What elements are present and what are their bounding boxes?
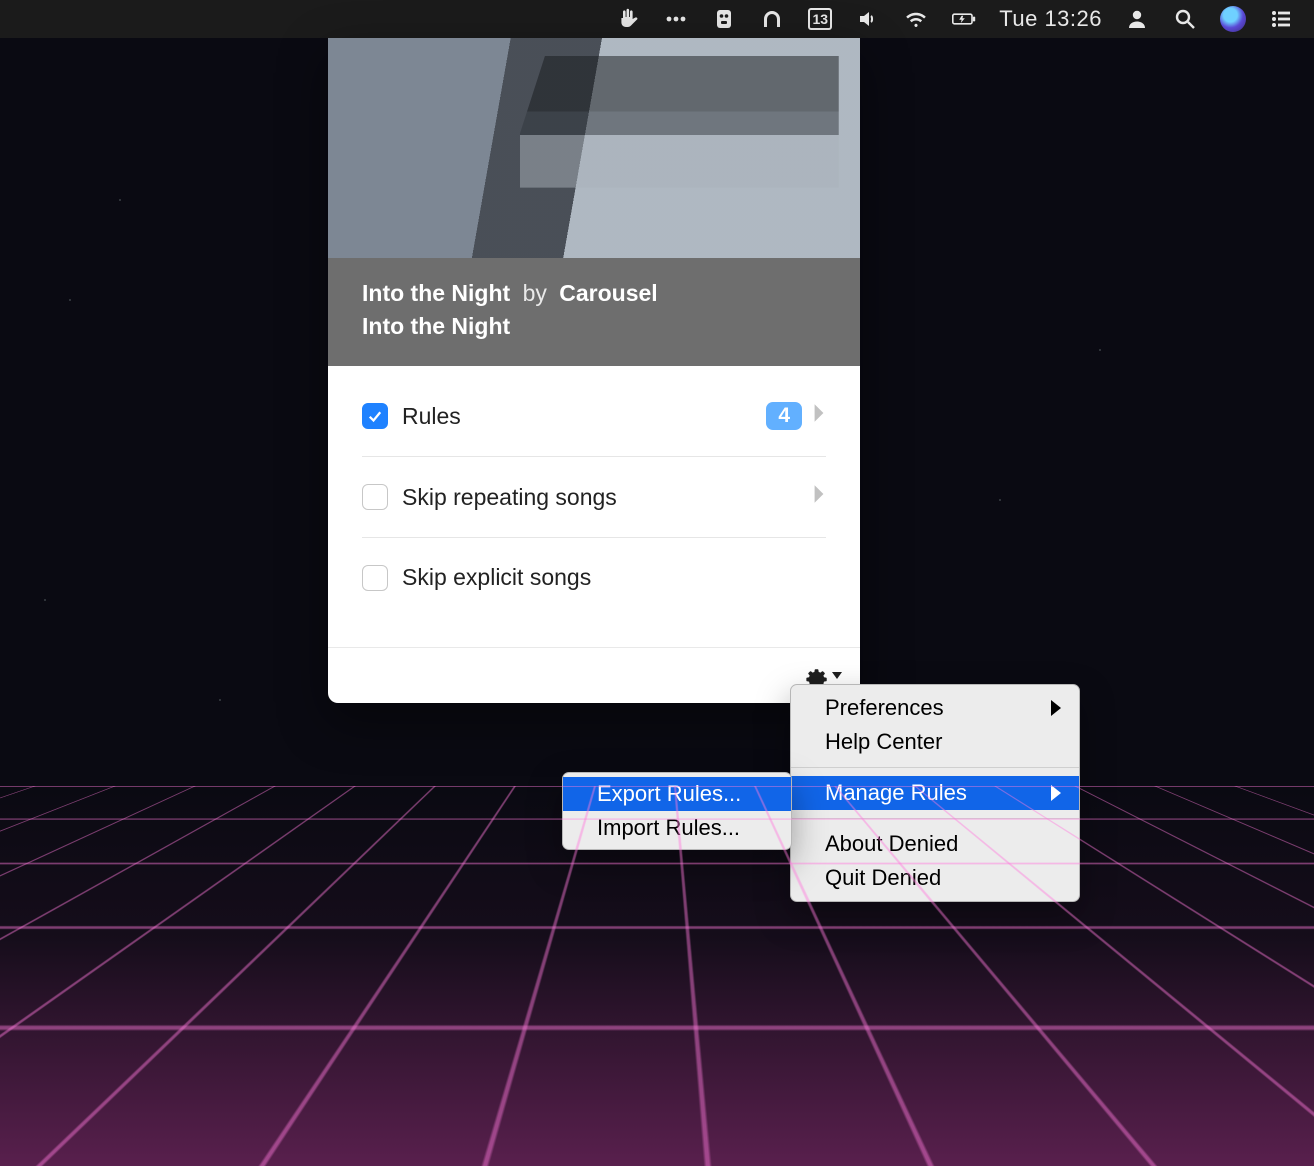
spotlight-search-icon[interactable]: [1172, 6, 1198, 32]
menu-item-label: Preferences: [825, 695, 944, 721]
notification-center-icon[interactable]: [1268, 6, 1294, 32]
checkbox-skip-explicit[interactable]: [362, 565, 388, 591]
wifi-icon[interactable]: [903, 6, 929, 32]
calendar-icon[interactable]: 13: [807, 6, 833, 32]
menu-separator: [791, 818, 1079, 819]
menu-item-label: Import Rules...: [597, 815, 740, 840]
battery-charging-icon[interactable]: [951, 6, 977, 32]
ellipsis-icon[interactable]: [663, 6, 689, 32]
setting-row-rules[interactable]: Rules 4: [362, 376, 826, 457]
chevron-right-icon: [812, 483, 826, 511]
track-album: Into the Night: [362, 311, 826, 342]
user-icon[interactable]: [1124, 6, 1150, 32]
track-artist: Carousel: [559, 280, 657, 306]
submenu-arrow-icon: [1051, 785, 1061, 801]
menu-item-label: About Denied: [825, 831, 958, 857]
menu-item-preferences[interactable]: Preferences: [791, 691, 1079, 725]
plug-icon[interactable]: [711, 6, 737, 32]
menu-item-label: Export Rules...: [597, 781, 741, 806]
menubar-clock[interactable]: Tue 13:26: [999, 6, 1102, 32]
album-art: [328, 38, 860, 258]
rules-count-badge: 4: [766, 402, 802, 430]
settings-list: Rules 4 Skip repeating songs Skip explic…: [328, 366, 860, 617]
setting-row-skip-explicit[interactable]: Skip explicit songs: [362, 538, 826, 617]
manage-rules-submenu: Export Rules... Import Rules...: [562, 772, 792, 850]
chevron-right-icon: [812, 402, 826, 430]
gear-context-menu: Preferences Help Center Manage Rules Abo…: [790, 684, 1080, 902]
menu-item-help-center[interactable]: Help Center: [791, 725, 1079, 759]
setting-label: Rules: [402, 403, 766, 430]
track-by-label: by: [523, 280, 547, 306]
checkbox-rules[interactable]: [362, 403, 388, 429]
track-title: Into the Night: [362, 280, 510, 306]
submenu-item-import-rules[interactable]: Import Rules...: [563, 811, 791, 845]
setting-label: Skip explicit songs: [402, 564, 826, 591]
menu-separator: [791, 767, 1079, 768]
menu-item-manage-rules[interactable]: Manage Rules: [791, 776, 1079, 810]
calendar-day: 13: [808, 8, 832, 30]
caret-down-icon: [832, 672, 842, 679]
menubar: 13 Tue 13:26: [0, 0, 1314, 38]
setting-label: Skip repeating songs: [402, 484, 812, 511]
checkbox-skip-repeating[interactable]: [362, 484, 388, 510]
setting-row-skip-repeating[interactable]: Skip repeating songs: [362, 457, 826, 538]
app-popover: Into the Night by Carousel Into the Nigh…: [328, 38, 860, 703]
menu-item-label: Quit Denied: [825, 865, 941, 891]
popover-footer: [328, 647, 860, 703]
siri-icon[interactable]: [1220, 6, 1246, 32]
menu-item-label: Help Center: [825, 729, 942, 755]
menu-item-quit[interactable]: Quit Denied: [791, 861, 1079, 895]
menu-item-label: Manage Rules: [825, 780, 967, 806]
submenu-item-export-rules[interactable]: Export Rules...: [563, 777, 791, 811]
track-meta: Into the Night by Carousel Into the Nigh…: [328, 258, 860, 366]
submenu-arrow-icon: [1051, 700, 1061, 716]
rock-hand-icon[interactable]: [615, 6, 641, 32]
menu-item-about[interactable]: About Denied: [791, 827, 1079, 861]
volume-icon[interactable]: [855, 6, 881, 32]
arch-icon[interactable]: [759, 6, 785, 32]
